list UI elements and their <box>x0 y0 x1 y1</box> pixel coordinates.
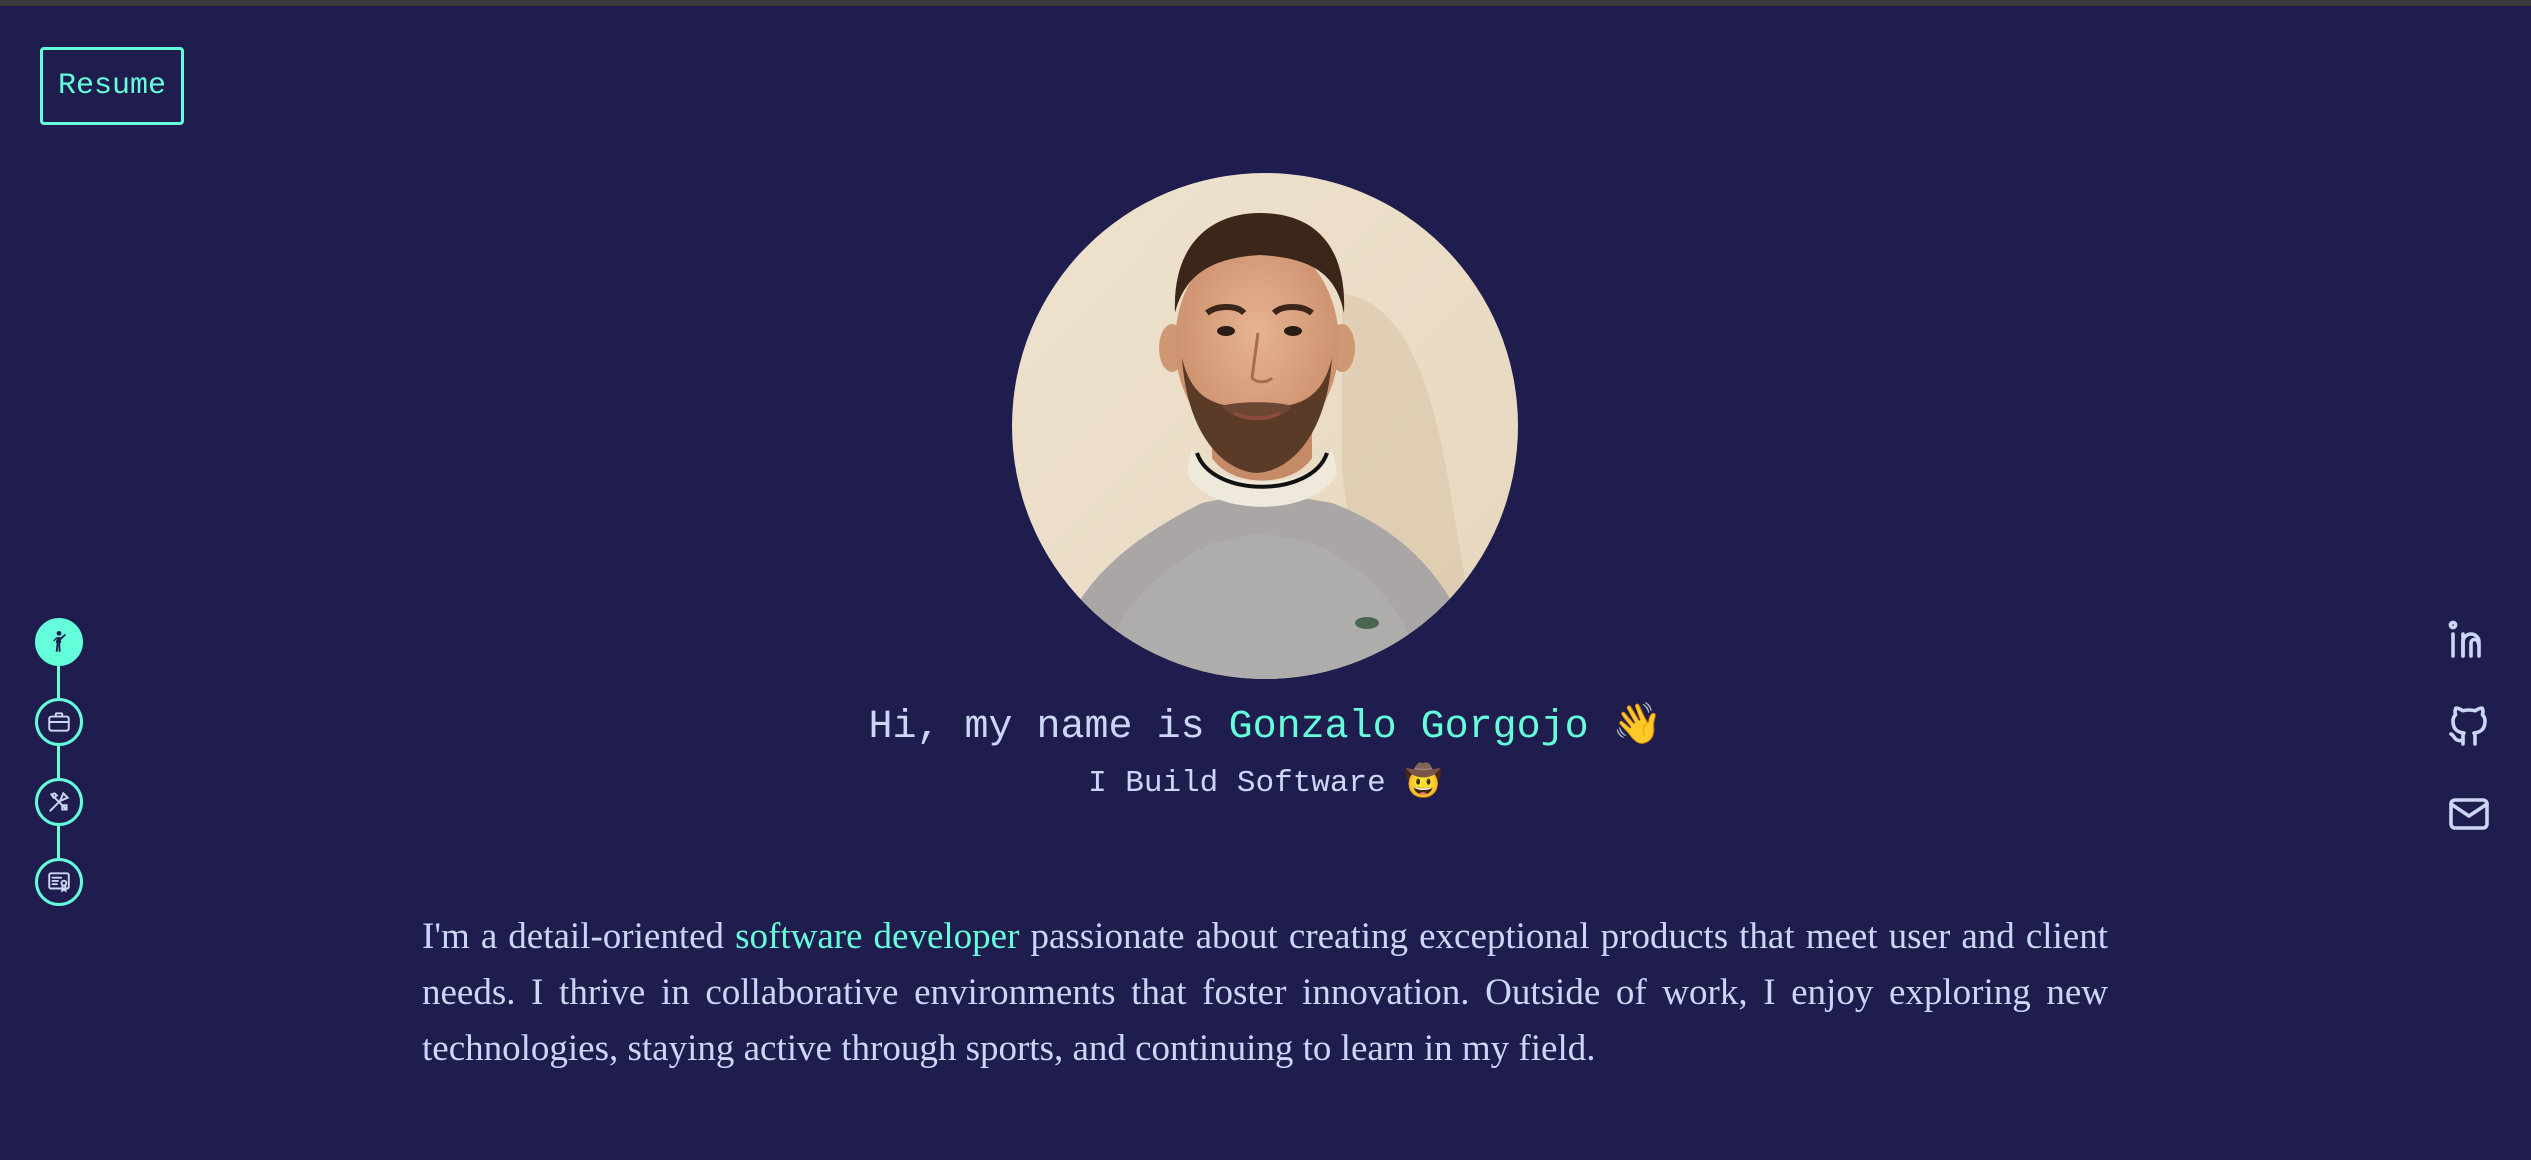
bio-text-start: I'm a detail-oriented <box>422 916 736 957</box>
browser-top-edge <box>0 0 2531 6</box>
linkedin-link[interactable] <box>2443 614 2495 666</box>
nav-item-about[interactable] <box>35 618 83 666</box>
hero-tagline: I Build Software 🤠 <box>0 762 2531 801</box>
hero-headline: Hi, my name is Gonzalo Gorgojo 👋 <box>0 700 2531 750</box>
certificate-icon <box>48 872 70 893</box>
bio-paragraph: I'm a detail-oriented software developer… <box>422 909 2108 1077</box>
linkedin-icon <box>2448 620 2481 658</box>
tagline-text: I Build Software <box>1088 766 1386 801</box>
resume-button[interactable]: Resume <box>40 47 184 125</box>
hero-name: Gonzalo Gorgojo <box>1228 705 1589 750</box>
profile-photo <box>1012 173 1518 679</box>
nav-item-certifications[interactable] <box>35 858 83 906</box>
waving-hand-emoji: 👋 <box>1612 705 1663 750</box>
cowboy-emoji: 🤠 <box>1404 766 1443 801</box>
greeting-text: Hi, my name is <box>868 705 1229 750</box>
bio-highlight: software developer <box>735 916 1020 957</box>
person-waving-icon <box>53 630 67 652</box>
